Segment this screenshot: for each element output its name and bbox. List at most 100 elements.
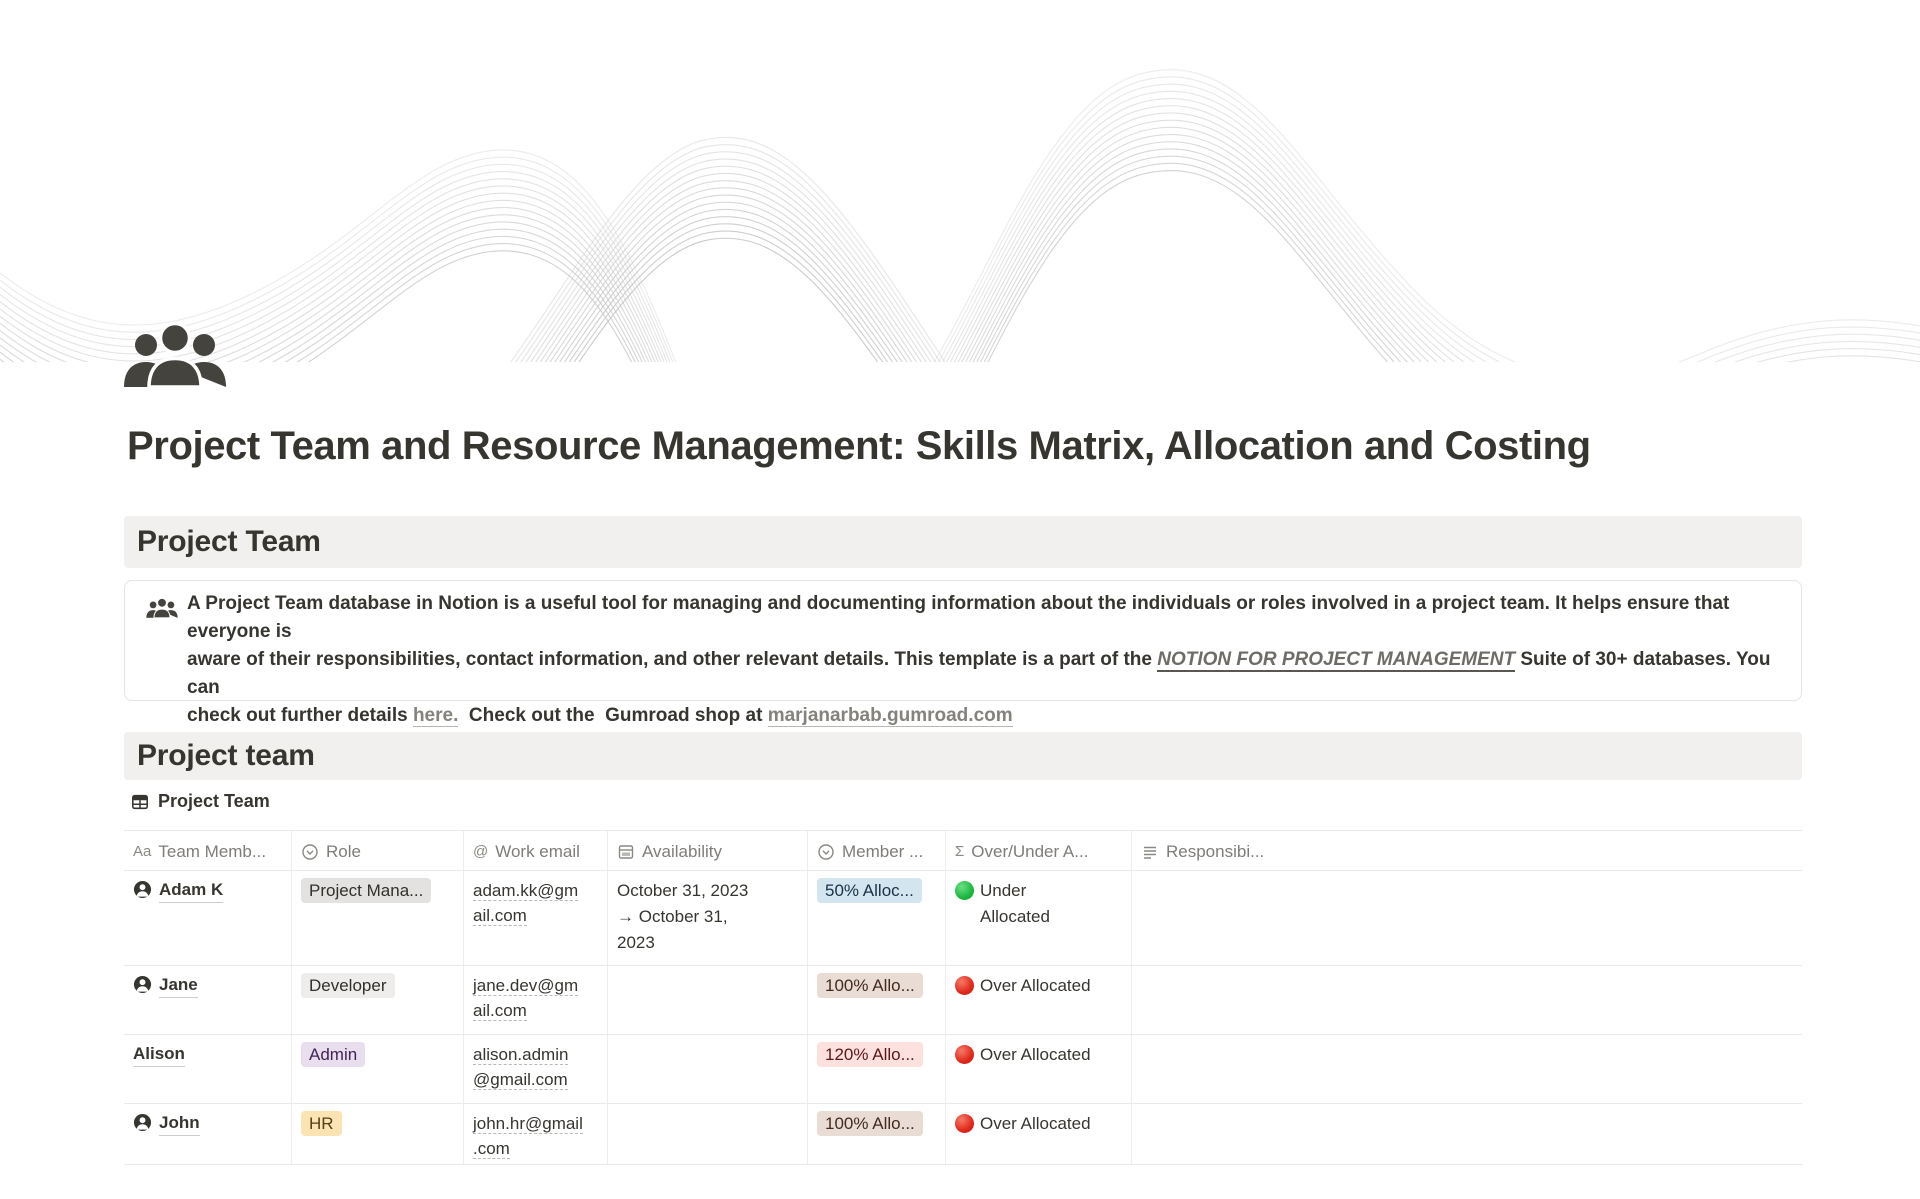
cell-work-email[interactable]: alison.admin @gmail.com <box>464 1035 608 1103</box>
cell-availability[interactable] <box>608 1035 808 1103</box>
formula-property-icon: Σ <box>955 843 964 861</box>
project-team-table: Aa Team Memb... Role @ Work email Availa… <box>124 830 1802 1165</box>
cell-role[interactable]: Developer <box>292 966 464 1034</box>
page-icon-people-group[interactable] <box>122 323 228 387</box>
cell-over-under[interactable]: Over Allocated <box>946 966 1132 1034</box>
callout-line1-text: A Project Team database in Notion is a u… <box>187 593 1735 642</box>
column-header-responsibilities[interactable]: Responsibi... <box>1132 831 1802 870</box>
callout-line3-pre: check out further details <box>187 705 413 726</box>
status-dot-red <box>955 1045 974 1064</box>
availability-value: October 31, 2023 → October 31, 2023 <box>617 878 797 956</box>
cell-member-allocation[interactable]: 50% Alloc... <box>808 871 946 965</box>
table-header-row: Aa Team Memb... Role @ Work email Availa… <box>124 830 1802 871</box>
column-header-member-allocation[interactable]: Member ... <box>808 831 946 870</box>
person-icon <box>133 1113 152 1132</box>
callout-line2-pre: aware of their responsibilities, contact… <box>187 649 1157 670</box>
cell-team-member[interactable]: John <box>124 1104 292 1164</box>
cell-responsibilities[interactable] <box>1132 1104 1802 1164</box>
column-header-team-member[interactable]: Aa Team Memb... <box>124 831 292 870</box>
email-value[interactable]: jane.dev@gm ail.com <box>473 976 578 1021</box>
cell-responsibilities[interactable] <box>1132 966 1802 1034</box>
page-title: Project Team and Resource Management: Sk… <box>127 424 1727 469</box>
cell-member-allocation[interactable]: 120% Allo... <box>808 1035 946 1103</box>
column-header-availability[interactable]: Availability <box>608 831 808 870</box>
status-label: Over Allocated <box>980 973 1091 999</box>
table-row: Alison Admin alison.admin @gmail.com 120… <box>124 1035 1802 1104</box>
here-link[interactable]: here. <box>413 705 458 727</box>
notion-pm-link[interactable]: NOTION FOR PROJECT MANAGEMENT <box>1157 649 1515 672</box>
column-label: Member ... <box>842 842 923 862</box>
people-group-icon <box>146 598 178 618</box>
cell-role[interactable]: Project Mana... <box>292 871 464 965</box>
cell-member-allocation[interactable]: 100% Allo... <box>808 966 946 1034</box>
column-label: Availability <box>642 842 722 862</box>
status-dot-red <box>955 976 974 995</box>
cell-role[interactable]: Admin <box>292 1035 464 1103</box>
status-label: Over Allocated <box>980 1042 1091 1068</box>
callout-text: A Project Team database in Notion is a u… <box>187 590 1783 730</box>
heading-label: Project team <box>137 739 315 773</box>
member-name[interactable]: John <box>159 1111 200 1136</box>
cell-work-email[interactable]: jane.dev@gm ail.com <box>464 966 608 1034</box>
email-value[interactable]: alison.admin @gmail.com <box>473 1045 568 1090</box>
person-icon <box>133 975 152 994</box>
cell-member-allocation[interactable]: 100% Allo... <box>808 1104 946 1164</box>
callout-line-1: A Project Team database in Notion is a u… <box>187 590 1783 646</box>
role-chip: Developer <box>301 973 395 998</box>
section-heading-project-team-lower[interactable]: Project team <box>124 732 1802 780</box>
cell-availability[interactable] <box>608 1104 808 1164</box>
cell-role[interactable]: HR <box>292 1104 464 1164</box>
cell-responsibilities[interactable] <box>1132 1035 1802 1103</box>
email-value[interactable]: adam.kk@gm ail.com <box>473 881 578 926</box>
cell-availability[interactable] <box>608 966 808 1034</box>
table-view-icon <box>131 793 149 811</box>
member-name[interactable]: Adam K <box>159 878 223 903</box>
select-property-icon <box>301 843 319 861</box>
cell-team-member[interactable]: Jane <box>124 966 292 1034</box>
status-label: Under Allocated <box>980 878 1050 930</box>
select-property-icon <box>817 843 835 861</box>
member-name[interactable]: Alison <box>133 1042 185 1067</box>
table-row: Jane Developer jane.dev@gm ail.com 100% … <box>124 966 1802 1035</box>
column-header-over-under[interactable]: Σ Over/Under A... <box>946 831 1132 870</box>
cell-over-under[interactable]: Over Allocated <box>946 1104 1132 1164</box>
status-label: Over Allocated <box>980 1111 1091 1137</box>
column-label: Team Memb... <box>158 842 266 862</box>
cell-availability[interactable]: October 31, 2023 → October 31, 2023 <box>608 871 808 965</box>
cell-responsibilities[interactable] <box>1132 871 1802 965</box>
column-label: Work email <box>495 842 580 862</box>
callout-line3-mid: Check out the Gumroad shop at <box>458 705 767 726</box>
role-chip: Project Mana... <box>301 878 431 903</box>
cover-wave-pattern <box>0 0 1920 362</box>
cell-team-member[interactable]: Alison <box>124 1035 292 1103</box>
heading-label: Project Team <box>137 525 321 559</box>
cell-work-email[interactable]: john.hr@gmail .com <box>464 1104 608 1164</box>
email-property-icon: @ <box>473 843 488 861</box>
status-dot-red <box>955 1114 974 1133</box>
callout-block: A Project Team database in Notion is a u… <box>124 580 1802 701</box>
person-icon <box>133 880 152 899</box>
cell-over-under[interactable]: Under Allocated <box>946 871 1132 965</box>
table-row: John HR john.hr@gmail .com 100% Allo... … <box>124 1104 1802 1165</box>
allocation-chip: 100% Allo... <box>817 1111 923 1136</box>
member-name[interactable]: Jane <box>159 973 198 998</box>
section-heading-project-team[interactable]: Project Team <box>124 516 1802 568</box>
database-view-title[interactable]: Project Team <box>131 791 270 812</box>
column-label: Over/Under A... <box>971 842 1088 862</box>
email-value[interactable]: john.hr@gmail .com <box>473 1114 583 1159</box>
text-property-icon <box>1141 843 1159 861</box>
callout-line-3: check out further details here. Check ou… <box>187 702 1783 730</box>
title-property-icon: Aa <box>133 843 151 861</box>
cell-over-under[interactable]: Over Allocated <box>946 1035 1132 1103</box>
allocation-chip: 50% Alloc... <box>817 878 922 903</box>
role-chip: HR <box>301 1111 342 1136</box>
cell-work-email[interactable]: adam.kk@gm ail.com <box>464 871 608 965</box>
status-dot-green <box>955 881 974 900</box>
column-header-role[interactable]: Role <box>292 831 464 870</box>
column-header-work-email[interactable]: @ Work email <box>464 831 608 870</box>
cell-team-member[interactable]: Adam K <box>124 871 292 965</box>
gumroad-link[interactable]: marjanarbab.gumroad.com <box>768 705 1013 727</box>
column-label: Responsibi... <box>1166 842 1264 862</box>
database-title: Project Team <box>158 791 270 812</box>
allocation-chip: 120% Allo... <box>817 1042 923 1067</box>
